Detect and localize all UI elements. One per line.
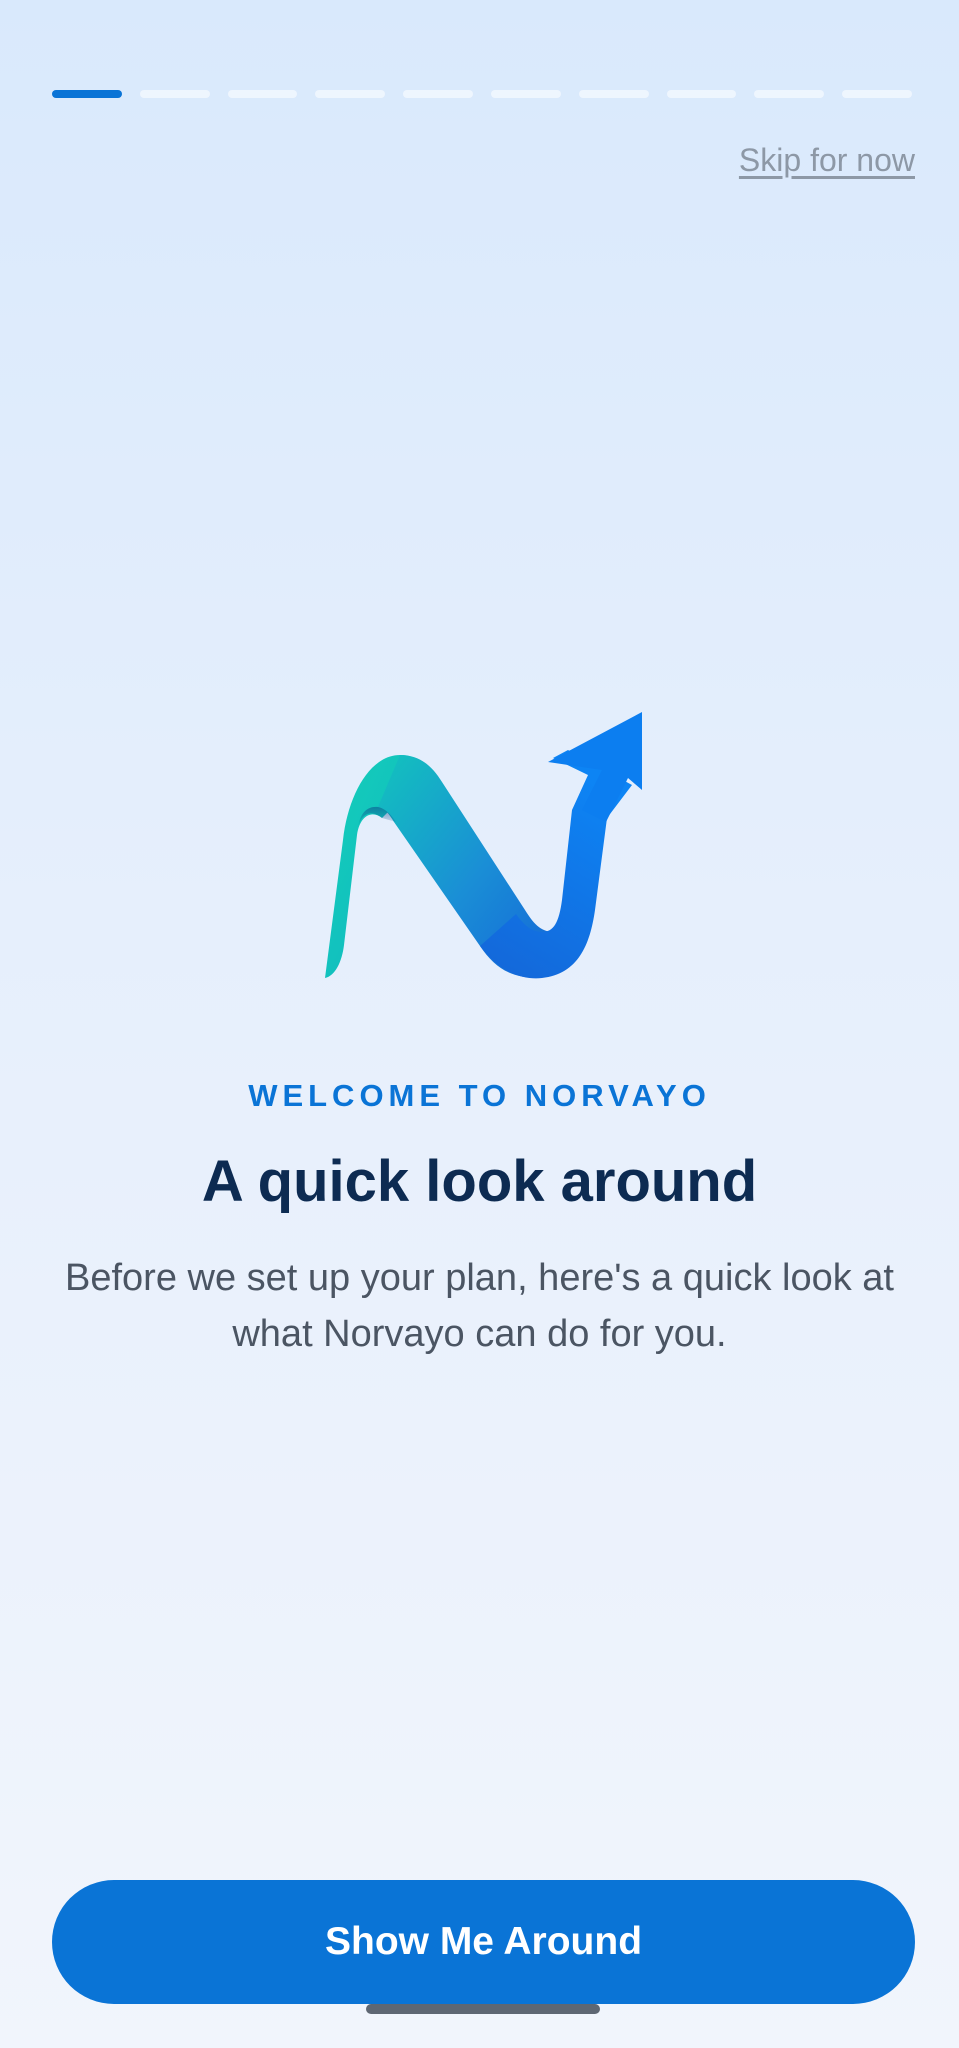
intro-description: Before we set up your plan, here's a qui… (65, 1257, 894, 1355)
show-me-around-button[interactable]: Show Me Around (52, 1880, 915, 2004)
progress-segment (666, 90, 737, 98)
page-title: A quick look around (201, 1149, 758, 1214)
progress-segment (578, 90, 649, 98)
progress-segment (490, 90, 561, 98)
welcome-eyebrow: WELCOME TO NORVAYO (248, 1078, 711, 1113)
progress-segment-active (52, 90, 122, 98)
skip-for-now-link[interactable]: Skip for now (739, 142, 915, 179)
progress-segment (315, 90, 386, 98)
progress-segment (754, 90, 825, 98)
norvayo-logo-icon (310, 700, 650, 1000)
progress-segment (227, 90, 298, 98)
progress-segment (403, 90, 473, 98)
step-progress-indicator (52, 90, 912, 98)
progress-segment (139, 90, 210, 98)
home-indicator[interactable] (366, 2004, 600, 2014)
onboarding-screen: Skip for now WELCOME TO NORVAYO A quick … (0, 0, 959, 2048)
progress-segment (842, 90, 912, 98)
